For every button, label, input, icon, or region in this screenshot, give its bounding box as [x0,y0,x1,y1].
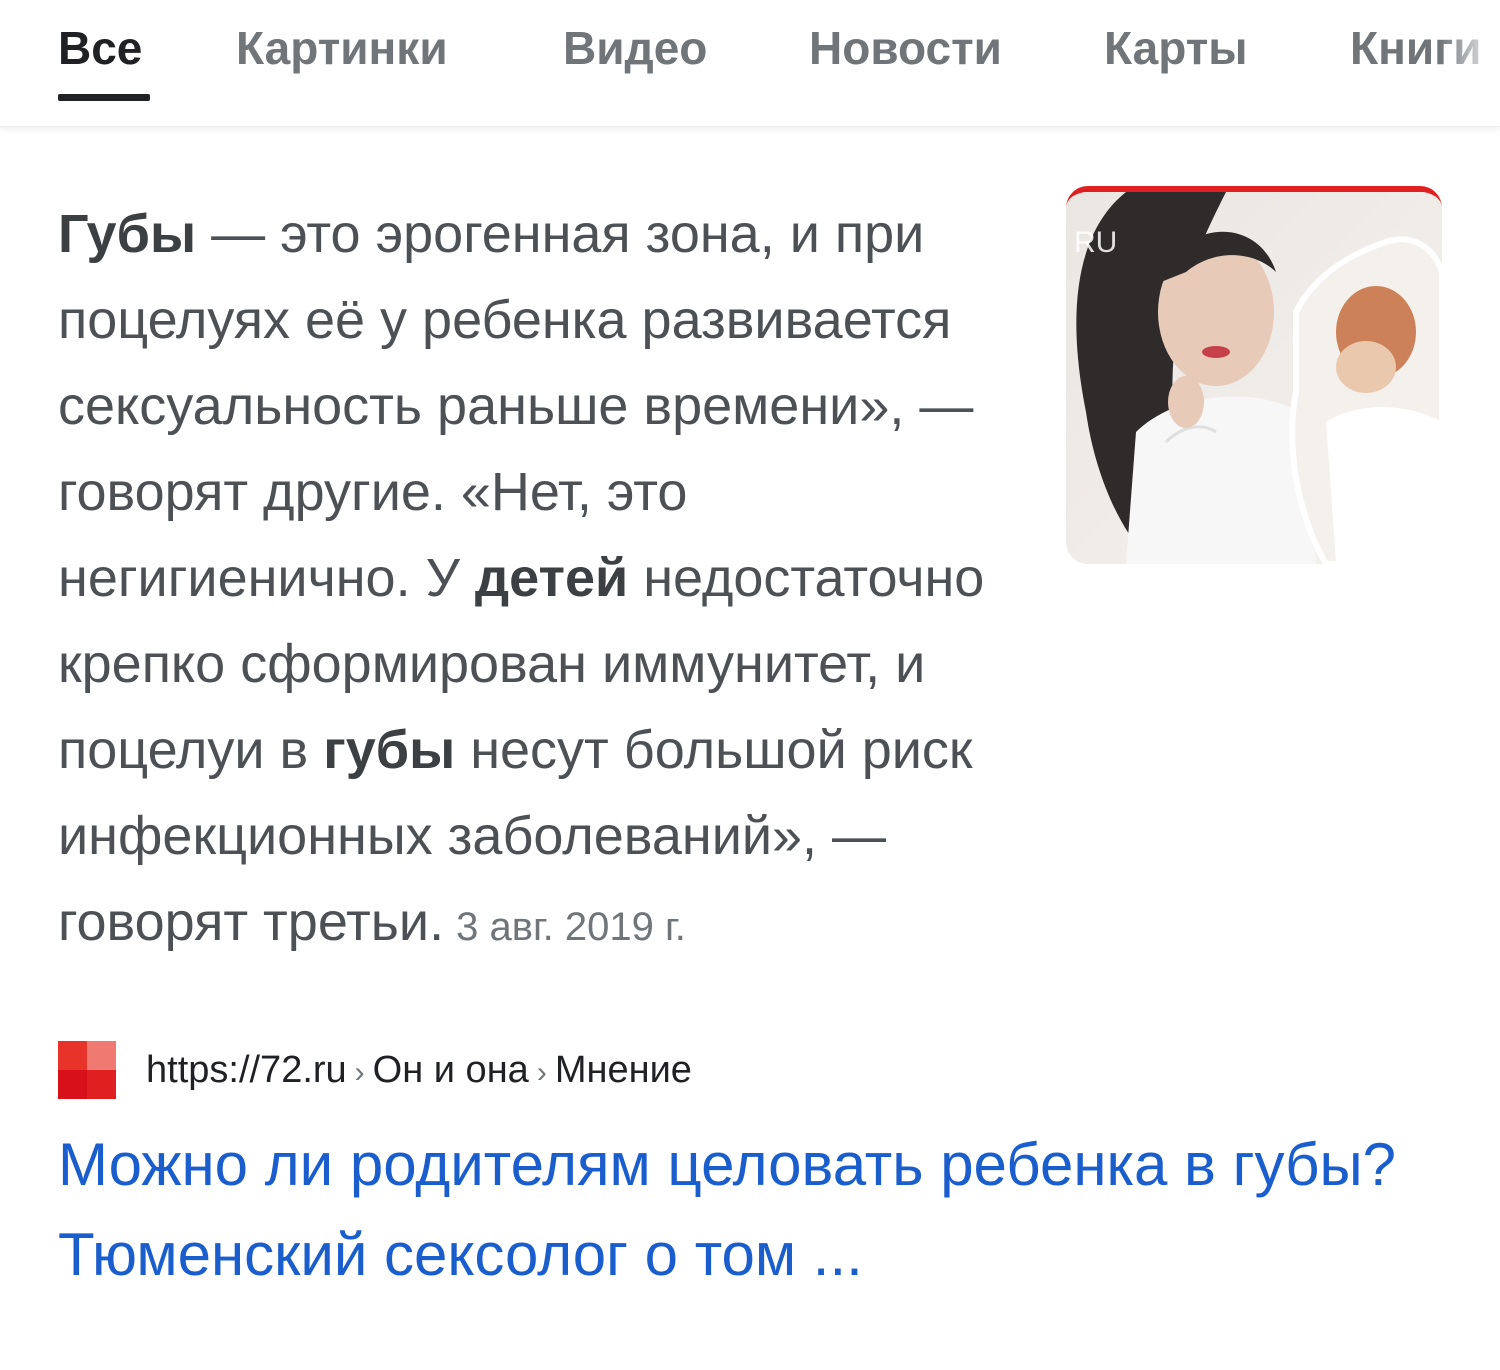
source-crumb-1: Он и она [372,1048,529,1091]
tab-maps[interactable]: Карты [1104,20,1248,76]
source-breadcrumb: https://72.ru › Он и она › Мнение [146,1049,692,1092]
source-url: https://72.ru [146,1048,347,1091]
tab-all[interactable]: Все [58,20,142,76]
tab-books[interactable]: Книги [1350,20,1482,76]
snippet-date: 3 авг. 2019 г. [456,905,686,949]
site-favicon-icon [58,1041,116,1099]
tab-video[interactable]: Видео [563,20,707,76]
tab-news[interactable]: Новости [809,20,1002,76]
search-tabs-bar: Все Картинки Видео Новости Карты Книги [0,0,1500,127]
active-tab-indicator [58,94,150,101]
featured-snippet-text: Губы — это эрогенная зона, и при поцелуя… [58,190,1458,970]
snippet-bold-term-3: губы [323,720,456,780]
source-crumb-2: Мнение [554,1048,692,1091]
result-title-link[interactable]: Можно ли родителям целовать ребенка в гу… [58,1120,1478,1300]
breadcrumb-separator-2: › [536,1055,547,1089]
snippet-bold-term-2: детей [474,548,629,608]
breadcrumb-separator-1: › [354,1055,365,1089]
tab-images[interactable]: Картинки [236,20,448,76]
result-source[interactable]: https://72.ru › Он и она › Мнение [58,1040,692,1100]
snippet-bold-term-1: Губы [58,204,197,264]
